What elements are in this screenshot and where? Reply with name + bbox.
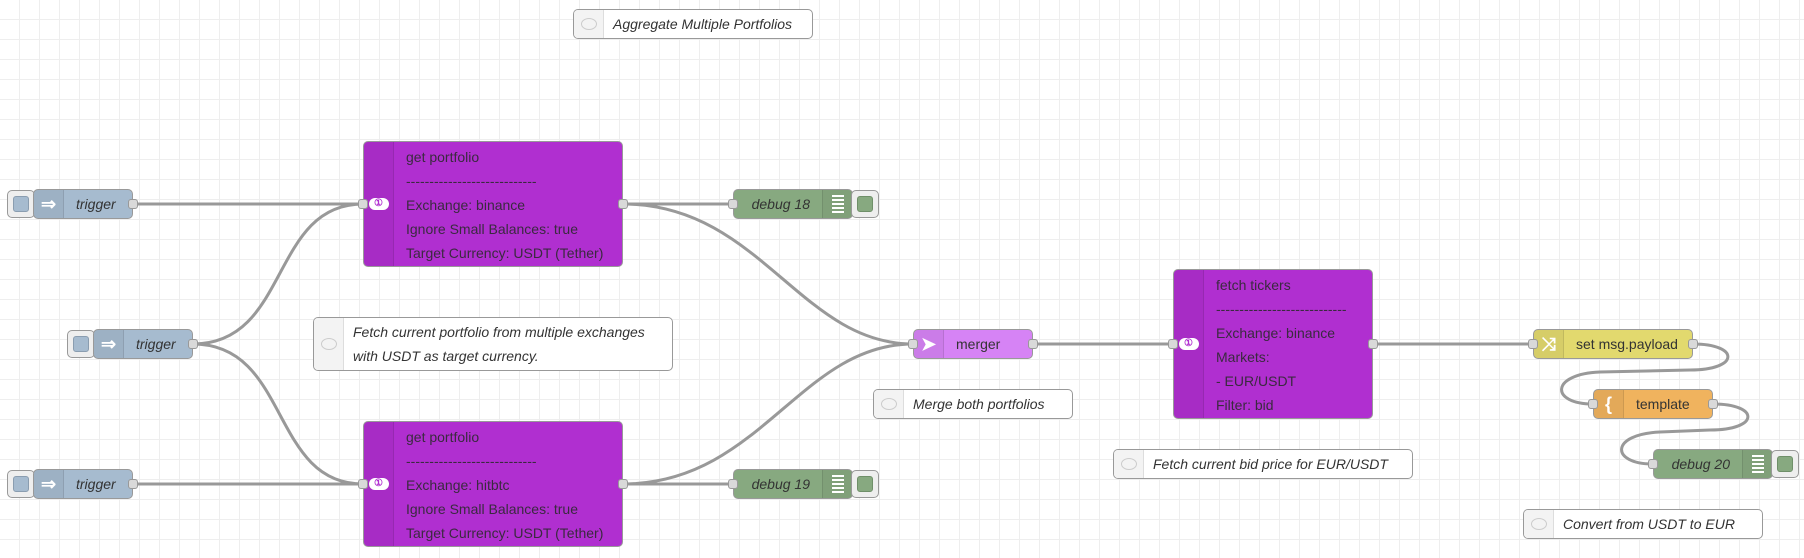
trigger-node-3[interactable]: ⇒ trigger <box>33 469 133 499</box>
comment-text: Aggregate Multiple Portfolios <box>613 16 792 32</box>
input-port[interactable] <box>1648 459 1658 469</box>
comment-text: Fetch current portfolio from multiple ex… <box>353 324 645 340</box>
node-label: set msg.payload <box>1576 336 1678 352</box>
node-line: Exchange: binance <box>406 197 526 213</box>
node-line: ---------------------------- <box>1216 301 1347 317</box>
output-port[interactable] <box>128 479 138 489</box>
output-port[interactable] <box>1028 339 1038 349</box>
arrow-right-icon: ⇒ <box>94 330 124 358</box>
banknote-icon: ① <box>364 422 394 546</box>
banknote-icon: ① <box>364 142 394 266</box>
node-line: get portfolio <box>406 149 480 165</box>
node-label: debug 18 <box>751 196 810 212</box>
debug-19-node[interactable]: debug 19 <box>733 469 853 499</box>
comment-fetch-bid[interactable]: Fetch current bid price for EUR/USDT <box>1113 449 1413 479</box>
arrow-right-icon: ➤ <box>914 330 944 358</box>
comment-merge[interactable]: Merge both portfolios <box>873 389 1073 419</box>
node-line: Markets: <box>1216 349 1270 365</box>
arrow-right-icon: ⇒ <box>34 190 64 218</box>
arrow-right-icon: ⇒ <box>34 470 64 498</box>
node-label: merger <box>956 336 1001 352</box>
comment-icon <box>314 318 344 370</box>
shuffle-icon: ⤨ <box>1534 330 1564 358</box>
comment-text: with USDT as target currency. <box>353 348 539 364</box>
trigger-node-1[interactable]: ⇒ trigger <box>33 189 133 219</box>
node-label: trigger <box>136 336 176 352</box>
wires-layer <box>133 202 1750 486</box>
set-payload-node[interactable]: ⤨ set msg.payload <box>1533 329 1693 359</box>
comment-fetch-portfolio[interactable]: Fetch current portfolio from multiple ex… <box>313 317 673 371</box>
comment-convert[interactable]: Convert from USDT to EUR <box>1523 509 1763 539</box>
output-port[interactable] <box>1688 339 1698 349</box>
input-port[interactable] <box>1588 399 1598 409</box>
comment-text: Convert from USDT to EUR <box>1563 516 1735 532</box>
node-label: template <box>1636 396 1690 412</box>
node-line: - EUR/USDT <box>1216 373 1297 389</box>
node-label: trigger <box>76 196 116 212</box>
list-icon <box>822 470 852 498</box>
output-port[interactable] <box>128 199 138 209</box>
output-port[interactable] <box>1368 339 1378 349</box>
input-port[interactable] <box>728 199 738 209</box>
input-port[interactable] <box>908 339 918 349</box>
debug-20-node[interactable]: debug 20 <box>1653 449 1773 479</box>
output-port[interactable] <box>618 199 628 209</box>
input-port[interactable] <box>728 479 738 489</box>
node-label: trigger <box>76 476 116 492</box>
debug-toggle-button[interactable] <box>1771 450 1799 478</box>
banknote-icon: ① <box>1174 270 1204 418</box>
node-line: Ignore Small Balances: true <box>406 501 578 517</box>
inject-button[interactable] <box>7 190 35 218</box>
template-node[interactable]: { template <box>1593 389 1713 419</box>
node-label: debug 20 <box>1671 456 1730 472</box>
fetch-tickers-node[interactable]: ① fetch tickers ------------------------… <box>1173 269 1373 419</box>
debug-18-node[interactable]: debug 18 <box>733 189 853 219</box>
get-portfolio-binance-node[interactable]: ① get portfolio ------------------------… <box>363 141 623 267</box>
node-line: ---------------------------- <box>406 173 537 189</box>
list-icon <box>822 190 852 218</box>
comment-text: Fetch current bid price for EUR/USDT <box>1153 456 1388 472</box>
node-line: fetch tickers <box>1216 277 1291 293</box>
debug-toggle-button[interactable] <box>851 470 879 498</box>
output-port[interactable] <box>188 339 198 349</box>
comment-icon <box>574 10 604 38</box>
comment-icon <box>874 390 904 418</box>
input-port[interactable] <box>358 479 368 489</box>
merger-node[interactable]: ➤ merger <box>913 329 1033 359</box>
comment-icon <box>1114 450 1144 478</box>
comment-icon <box>1524 510 1554 538</box>
list-icon <box>1742 450 1772 478</box>
trigger-node-2[interactable]: ⇒ trigger <box>93 329 193 359</box>
node-line: Filter: bid <box>1216 397 1274 413</box>
inject-button[interactable] <box>67 330 95 358</box>
comment-text: Merge both portfolios <box>913 396 1045 412</box>
node-label: debug 19 <box>751 476 810 492</box>
input-port[interactable] <box>1528 339 1538 349</box>
node-line: Exchange: hitbtc <box>406 477 510 493</box>
input-port[interactable] <box>1168 339 1178 349</box>
get-portfolio-hitbtc-node[interactable]: ① get portfolio ------------------------… <box>363 421 623 547</box>
output-port[interactable] <box>1708 399 1718 409</box>
node-line: Target Currency: USDT (Tether) <box>406 525 604 541</box>
node-line: get portfolio <box>406 429 480 445</box>
input-port[interactable] <box>358 199 368 209</box>
node-line: Exchange: binance <box>1216 325 1336 341</box>
debug-toggle-button[interactable] <box>851 190 879 218</box>
node-line: ---------------------------- <box>406 453 537 469</box>
output-port[interactable] <box>618 479 628 489</box>
node-line: Ignore Small Balances: true <box>406 221 578 237</box>
inject-button[interactable] <box>7 470 35 498</box>
comment-title[interactable]: Aggregate Multiple Portfolios <box>573 9 813 39</box>
node-line: Target Currency: USDT (Tether) <box>406 245 604 261</box>
brace-icon: { <box>1594 390 1624 418</box>
